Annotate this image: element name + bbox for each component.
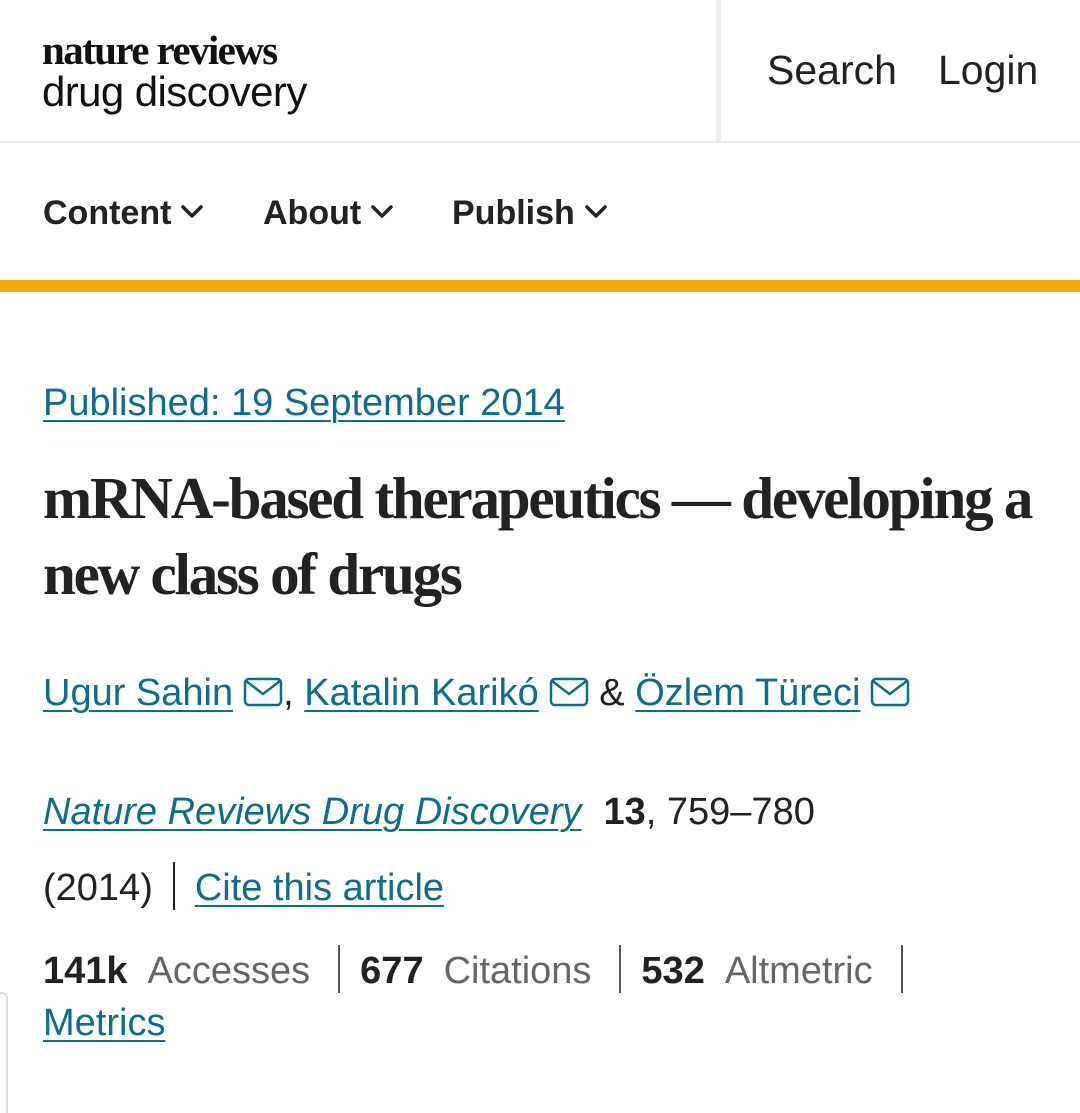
divider	[338, 945, 341, 993]
metrics-bar: 141k Accesses 677 Citations 532 Altmetric	[43, 945, 923, 994]
published-date-link[interactable]: Published: 19 September 2014	[43, 381, 565, 425]
citations-label: Citations	[443, 950, 592, 992]
header-divider	[716, 0, 721, 141]
main-nav: Content About Publish	[0, 143, 1080, 280]
nav-about-label: About	[263, 194, 362, 232]
journal-name-link[interactable]: Nature Reviews Drug Discovery	[43, 791, 582, 833]
site-header: nature reviews drug discovery Search Log…	[0, 0, 1080, 143]
article-title: mRNA-based therapeutics — developing a n…	[43, 465, 1033, 607]
cite-article-link[interactable]: Cite this article	[195, 867, 444, 909]
logo-line-2: drug discovery	[42, 68, 307, 115]
altmetric-score: 532	[641, 950, 705, 992]
mail-icon[interactable]	[870, 677, 910, 707]
divider	[900, 945, 903, 993]
chevron-down-icon	[181, 205, 204, 219]
journal-pages: , 759–780	[645, 791, 815, 833]
login-link[interactable]: Login	[938, 48, 1038, 92]
citation-journal: Nature Reviews Drug Discovery 13, 759–780	[43, 789, 815, 835]
altmetric-label: Altmetric	[724, 950, 873, 992]
citations-count: 677	[360, 950, 424, 992]
author-list: Ugur Sahin, Katalin Karikó & Özlem Türec…	[43, 670, 910, 716]
author-link-katalin-kariko[interactable]: Katalin Karikó	[304, 672, 538, 714]
accesses-label: Accesses	[147, 950, 311, 992]
journal-volume: 13	[603, 791, 646, 833]
divider	[172, 862, 175, 910]
mail-icon[interactable]	[549, 677, 589, 707]
citation-year-row: (2014) Cite this article	[43, 862, 444, 911]
nav-publish-menu[interactable]: Publish	[452, 193, 607, 233]
nav-content-menu[interactable]: Content	[43, 193, 204, 233]
nav-publish-label: Publish	[452, 194, 575, 232]
accesses-count: 141k	[43, 950, 128, 992]
nav-content-label: Content	[43, 194, 172, 232]
divider	[619, 945, 622, 993]
page-edge-tab	[0, 992, 8, 1113]
mail-icon[interactable]	[243, 677, 283, 707]
author-separator: ,	[283, 672, 294, 714]
journal-logo[interactable]: nature reviews drug discovery	[42, 28, 342, 118]
author-separator: &	[599, 672, 625, 714]
accent-bar	[0, 280, 1080, 292]
metrics-link[interactable]: Metrics	[43, 1000, 165, 1046]
chevron-down-icon	[585, 205, 607, 219]
author-link-ugur-sahin[interactable]: Ugur Sahin	[43, 672, 233, 714]
author-link-ozlem-tureci[interactable]: Özlem Türeci	[635, 672, 860, 714]
search-link[interactable]: Search	[767, 48, 897, 92]
publication-year: (2014)	[43, 867, 153, 909]
chevron-down-icon	[371, 205, 393, 219]
logo-line-1: nature reviews	[42, 27, 278, 73]
nav-about-menu[interactable]: About	[263, 193, 393, 233]
